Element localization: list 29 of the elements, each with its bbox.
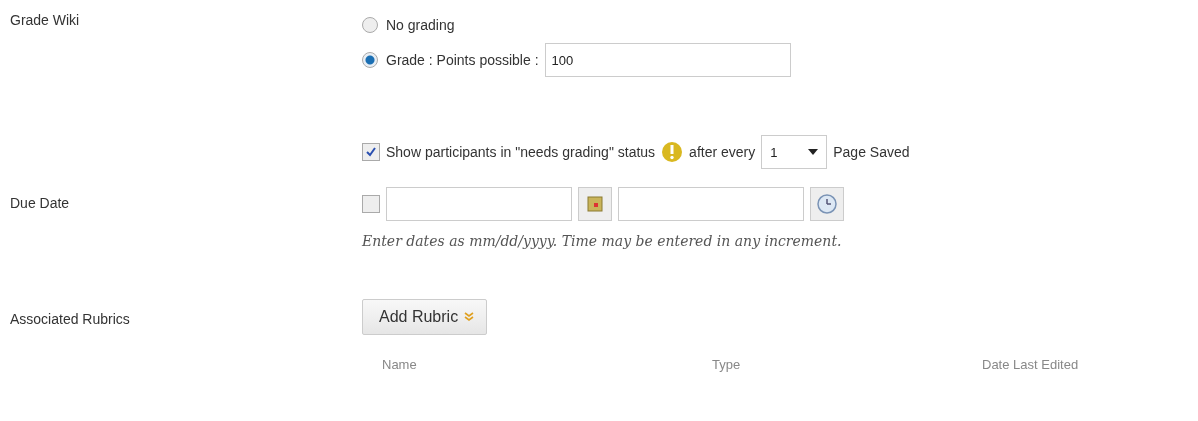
suffix-label: Page Saved xyxy=(833,144,910,160)
column-header: Date Last Edited xyxy=(982,357,1080,372)
clock-button[interactable] xyxy=(810,187,844,221)
date-hint: Enter dates as mm/dd/yyyy. Time may be entered in any increment. xyxy=(362,233,843,249)
clock-icon xyxy=(817,194,837,214)
checkbox[interactable] xyxy=(362,143,380,161)
checkmark-icon xyxy=(365,146,377,158)
field-label: Due Date xyxy=(10,195,71,213)
field-label: Grade Wiki xyxy=(10,12,81,30)
points-field[interactable]: 100 xyxy=(544,43,791,77)
radio-button[interactable] xyxy=(362,52,378,68)
column-header: Type xyxy=(712,357,742,372)
radio-button[interactable] xyxy=(362,17,378,33)
chevron-icon xyxy=(464,312,475,322)
calendar-button[interactable] xyxy=(578,187,612,221)
checkbox-label: Show participants in "needs grading" status xyxy=(386,144,656,160)
calendar-icon xyxy=(587,196,603,212)
add-rubric-button[interactable]: Add Rubric xyxy=(362,299,488,335)
checkbox[interactable] xyxy=(362,195,380,213)
date-field[interactable] xyxy=(386,187,572,221)
warning-icon xyxy=(661,141,684,163)
radio-label: No grading xyxy=(386,17,455,33)
radio-label: Grade : Points possible : xyxy=(386,52,539,68)
column-header: Name xyxy=(382,357,418,372)
after-label: after every xyxy=(689,144,756,160)
caret-icon xyxy=(808,149,819,155)
time-field[interactable] xyxy=(618,187,804,221)
field-label: Associated Rubrics xyxy=(10,310,131,329)
count-select[interactable]: 1 xyxy=(761,135,828,169)
